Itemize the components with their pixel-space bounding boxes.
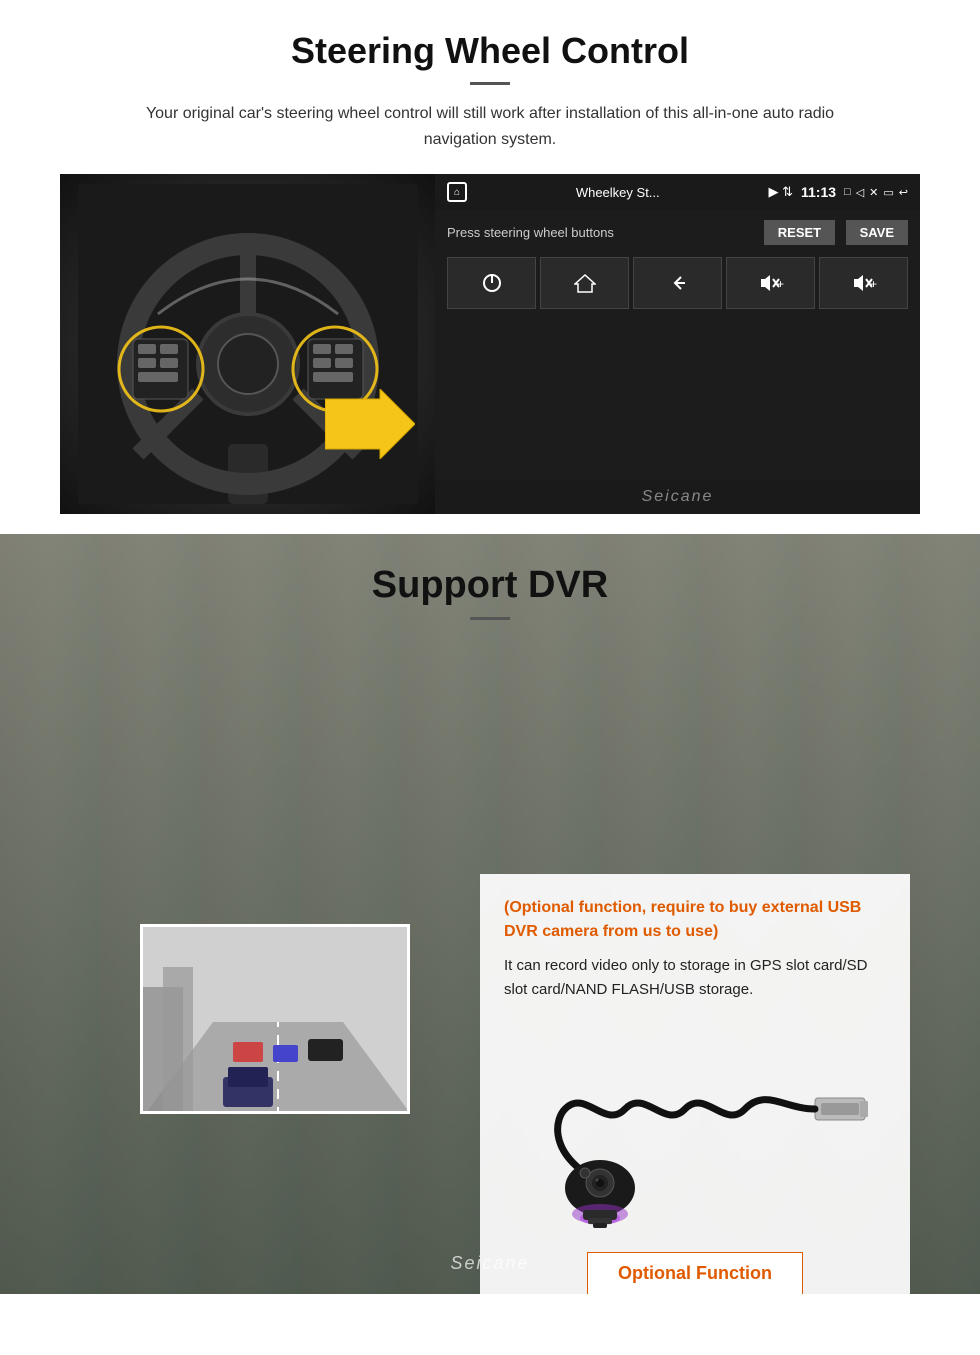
dvr-camera-svg [505,1018,885,1238]
action-buttons: RESET SAVE [764,220,908,245]
optional-function-badge-row: Optional Function [504,1252,886,1294]
dvr-title-area: Support DVR [0,534,980,636]
android-status-bar: ⌂ Wheelkey St... ▶ ⇅ 11:13 □ ◁ ✕ ▭ ↩ [435,174,920,210]
seicane-label-steering: Seicane [642,488,714,505]
camera-icon: □ [844,186,851,198]
ctrl-btn-vol-up[interactable]: + [726,257,815,309]
dvr-preview-inner [143,927,407,1111]
steering-photo [60,174,435,514]
android-content-area: Press steering wheel buttons RESET SAVE [435,210,920,480]
power-icon [481,272,503,294]
vol-up-icon: + [757,272,785,294]
dvr-optional-note: (Optional function, require to buy exter… [504,896,886,944]
home-icon: ⌂ [447,182,467,202]
control-buttons-grid: + + [447,257,908,309]
close-icon: ✕ [869,186,878,199]
dvr-camera-product-image [504,1018,886,1238]
status-time: 11:13 [801,184,836,200]
dvr-title-divider [470,617,510,620]
android-ui-panel: ⌂ Wheelkey St... ▶ ⇅ 11:13 □ ◁ ✕ ▭ ↩ Pre… [435,174,920,514]
dvr-preview-thumbnail [140,924,410,1114]
dvr-preview-svg [143,927,410,1114]
steering-section: Steering Wheel Control Your original car… [0,0,980,534]
direction-arrow [325,389,415,464]
signal-icon: ▶ ⇅ [768,184,793,200]
optional-function-badge[interactable]: Optional Function [587,1252,803,1294]
steering-description: Your original car's steering wheel contr… [140,101,840,152]
ctrl-btn-power[interactable] [447,257,536,309]
volume-icon: ◁ [856,186,864,199]
vol-down-icon: + [850,272,878,294]
steering-title: Steering Wheel Control [60,30,920,72]
ctrl-btn-back[interactable] [633,257,722,309]
dvr-title: Support DVR [0,564,980,607]
seicane-brand-steering: Seicane [435,480,920,514]
dvr-description: It can record video only to storage in G… [504,954,886,1002]
ctrl-btn-home[interactable] [540,257,629,309]
ctrl-btn-vol-down[interactable]: + [819,257,908,309]
status-icons-group: □ ◁ ✕ ▭ ↩ [844,186,908,199]
instruction-text: Press steering wheel buttons [447,225,614,240]
save-button[interactable]: SAVE [846,220,908,245]
dvr-section: Support DVR [0,534,980,1294]
steering-image-container: ⌂ Wheelkey St... ▶ ⇅ 11:13 □ ◁ ✕ ▭ ↩ Pre… [60,174,920,514]
svg-text:+: + [777,277,784,291]
reset-button[interactable]: RESET [764,220,835,245]
instruction-row: Press steering wheel buttons RESET SAVE [447,220,908,245]
app-name-label: Wheelkey St... [475,185,760,200]
steering-photo-inner [60,174,435,514]
title-divider [470,82,510,85]
back-ctrl-icon [667,272,689,294]
window-icon: ▭ [883,186,893,199]
back-icon: ↩ [899,186,908,199]
svg-text:+: + [870,277,877,291]
home-ctrl-icon [574,272,596,294]
dvr-info-card: (Optional function, require to buy exter… [480,874,910,1294]
